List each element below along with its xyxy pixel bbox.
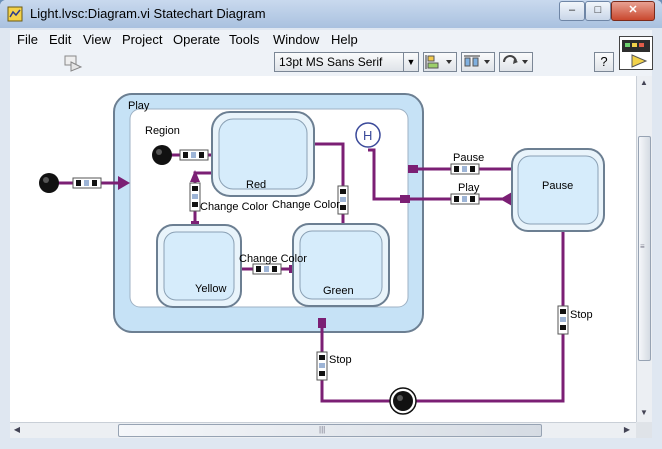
window-title: Light.lvsc:Diagram.vi Statechart Diagram (30, 6, 266, 21)
maximize-button[interactable]: □ (585, 1, 611, 21)
run-arrow-icon[interactable] (63, 54, 83, 72)
history-node-label: H (363, 128, 372, 143)
transition-label-pause: Pause (453, 152, 484, 164)
menu-bar: File Edit View Project Operate Tools Win… (10, 30, 652, 50)
transition-chip-yellow-red (189, 182, 201, 212)
transition-chip-green-yellow (252, 263, 282, 275)
statechart-diagram: Play Region Red Yellow Green Pause H Cha… (39, 93, 605, 415)
menu-project[interactable]: Project (122, 32, 162, 47)
vertical-grip-icon: ≡ (640, 242, 645, 251)
reorder-button[interactable] (499, 52, 533, 72)
align-objects-button[interactable] (423, 52, 457, 72)
transition-label-stop-play: Stop (329, 354, 352, 366)
menu-tools[interactable]: Tools (229, 32, 259, 47)
menu-view[interactable]: View (83, 32, 111, 47)
minimize-button[interactable]: – (559, 1, 585, 21)
transition-label-play: Play (458, 182, 480, 194)
state-yellow-label: Yellow (195, 283, 226, 295)
labview-app-icon (7, 6, 23, 22)
transition-label-green-yellow: Change Color (239, 253, 307, 265)
initial-node-region[interactable] (152, 145, 172, 165)
vi-icon[interactable] (619, 36, 653, 70)
scroll-down-arrow-icon[interactable]: ▼ (637, 406, 651, 420)
play-superstate-label: Play (128, 100, 150, 112)
block-diagram-canvas[interactable]: Play Region Red Yellow Green Pause H Cha… (10, 76, 636, 422)
state-green-label: Green (323, 285, 354, 297)
menu-operate[interactable]: Operate (173, 32, 220, 47)
transition-chip-initial-region (179, 149, 209, 161)
align-icon (425, 55, 452, 69)
terminal-node[interactable] (389, 387, 417, 415)
region-label: Region (145, 125, 180, 137)
title-bar[interactable]: Light.lvsc:Diagram.vi Statechart Diagram… (0, 0, 662, 28)
scroll-left-arrow-icon[interactable]: ◀ (10, 423, 24, 437)
horizontal-scrollbar[interactable]: ◀ ||| ▶ (10, 422, 636, 438)
transition-chip-initial-outer (72, 177, 102, 189)
context-help-button[interactable]: ? (594, 52, 614, 72)
scroll-up-arrow-icon[interactable]: ▲ (637, 76, 651, 90)
font-select[interactable]: 13pt MS Sans Serif ▼ (274, 52, 419, 72)
transition-label-stop-pause: Stop (570, 309, 593, 321)
statechart-window: Light.lvsc:Diagram.vi Statechart Diagram… (0, 0, 662, 449)
transition-chip-pause (450, 163, 480, 175)
vertical-scrollbar[interactable]: ▲ ≡ ▼ (636, 76, 652, 422)
chevron-down-icon: ▼ (403, 53, 418, 71)
font-select-value: 13pt MS Sans Serif (279, 55, 383, 69)
menu-help[interactable]: Help (331, 32, 358, 47)
resize-corner[interactable] (636, 422, 652, 438)
scroll-right-arrow-icon[interactable]: ▶ (620, 423, 634, 437)
transition-label-red-green: Change Color (272, 199, 340, 211)
statechart-vi-icon (622, 40, 650, 68)
toolbar: 13pt MS Sans Serif ▼ ? (10, 50, 652, 77)
close-button[interactable]: ✕ (611, 1, 655, 21)
horizontal-scroll-thumb[interactable] (118, 424, 542, 437)
horizontal-grip-icon: ||| (319, 425, 326, 434)
distribute-icon (464, 55, 490, 67)
reorder-icon (503, 55, 528, 64)
menu-window[interactable]: Window (273, 32, 319, 47)
transition-chip-stop-play (316, 351, 328, 381)
state-red-label: Red (246, 179, 266, 191)
menu-edit[interactable]: Edit (49, 32, 71, 47)
transition-chip-stop-pause (557, 305, 569, 335)
state-pause-label: Pause (542, 180, 573, 192)
transition-label-yellow-red: Change Color (200, 201, 268, 213)
menu-file[interactable]: File (17, 32, 38, 47)
transition-chip-play (450, 193, 480, 205)
distribute-objects-button[interactable] (461, 52, 495, 72)
initial-node-outer[interactable] (39, 173, 59, 193)
window-bottom-edge (0, 438, 662, 449)
